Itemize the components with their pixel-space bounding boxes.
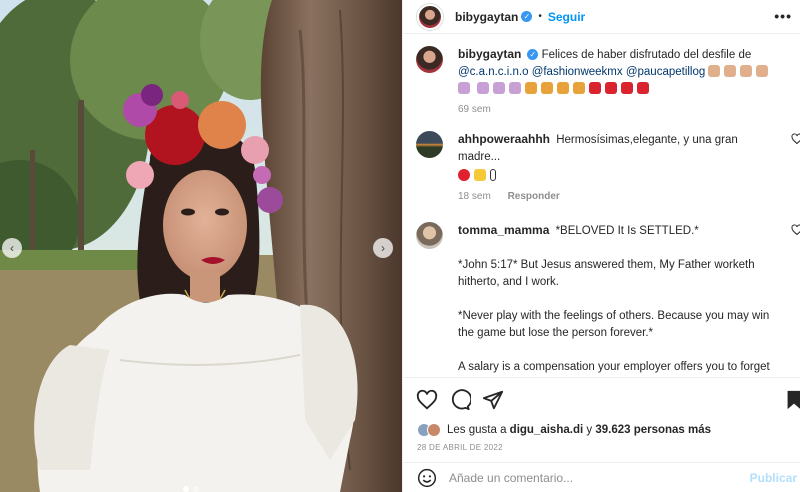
avatar	[427, 423, 441, 437]
post-photo[interactable]: ‹ ›	[0, 0, 402, 492]
separator-dot: •	[538, 11, 542, 22]
comment-meta: 18 sem Responder	[458, 191, 779, 202]
likes-conjunction: y	[586, 424, 593, 436]
mention-link[interactable]: @paucapetillog	[626, 66, 705, 78]
bookmark-icon[interactable]	[783, 389, 800, 411]
like-comment-icon[interactable]	[791, 133, 800, 145]
comment-body: *BELOVED It Is SETTLED.*	[555, 225, 699, 237]
emoji-row	[458, 168, 779, 185]
comment-input[interactable]: Añade un comentario...	[449, 471, 750, 485]
caption-username[interactable]: bibygaytan	[458, 47, 521, 61]
likes-summary: Les gusta a digu_aisha.di y 39.623 perso…	[417, 423, 711, 437]
comments-list[interactable]: bibygaytan ✓ Felices de haber disfrutado …	[403, 46, 800, 376]
carousel-indicator	[183, 486, 199, 492]
heart-icon[interactable]	[416, 389, 438, 411]
comment-time[interactable]: 18 sem	[458, 191, 491, 202]
action-bar	[403, 377, 800, 419]
avatar[interactable]	[416, 46, 443, 73]
caption-body: Felices de haber disfrutado del desfile …	[541, 49, 752, 61]
comment-text: tomma_mamma *BELOVED It Is SETTLED.* *Jo…	[458, 222, 779, 376]
emoji-icon[interactable]	[417, 468, 437, 488]
more-options-icon[interactable]: •••	[774, 8, 792, 24]
avatar[interactable]	[416, 131, 443, 158]
chevron-right-icon: ›	[381, 241, 385, 255]
reply-button[interactable]: Responder	[508, 191, 560, 202]
comment-item: tomma_mamma *BELOVED It Is SETTLED.* *Jo…	[403, 222, 800, 376]
next-image-button[interactable]: ›	[373, 238, 393, 258]
follow-button[interactable]: Seguir	[548, 10, 585, 24]
verified-badge-icon: ✓	[527, 49, 539, 61]
comment-paragraph: *Never play with the feelings of others.…	[458, 310, 770, 339]
verified-badge-icon: ✓	[521, 11, 533, 22]
avatar[interactable]	[416, 222, 443, 249]
comment-text: ahhpoweraahhh Hermosísimas,elegante, y u…	[458, 131, 779, 185]
like-comment-icon[interactable]	[791, 224, 800, 236]
likes-user-link[interactable]: digu_aisha.di	[510, 424, 584, 436]
mention-link[interactable]: @fashionweekmx	[532, 66, 623, 78]
likes-count-link[interactable]: 39.623 personas más	[595, 424, 711, 436]
likes-prefix: Les gusta a	[447, 424, 507, 436]
chevron-left-icon: ‹	[10, 241, 14, 255]
previous-image-button[interactable]: ‹	[2, 238, 22, 258]
add-comment-bar: Añade un comentario... Publicar	[403, 462, 800, 492]
comment-paragraph: *John 5:17* But Jesus answered them, My …	[458, 259, 755, 288]
caption-text: bibygaytan ✓ Felices de haber disfrutado …	[458, 46, 779, 98]
mention-link[interactable]: @c.a.n.c.i.n.o	[458, 66, 528, 78]
carousel-dot	[183, 486, 189, 492]
comment-username[interactable]: tomma_mamma	[458, 223, 549, 237]
comment-bubble-icon[interactable]	[449, 389, 471, 411]
caption-time[interactable]: 69 sem	[458, 104, 779, 115]
post-side-panel: bibygaytan ✓ • Seguir ••• bibygaytan ✓ Fe…	[402, 0, 800, 492]
comment-item: ahhpoweraahhh Hermosísimas,elegante, y u…	[403, 131, 800, 202]
carousel-dot	[193, 486, 199, 492]
comment-username[interactable]: ahhpoweraahhh	[458, 132, 550, 146]
paper-plane-icon[interactable]	[482, 389, 504, 411]
avatar[interactable]	[417, 3, 443, 30]
comment-paragraph: A salary is a compensation your employer…	[458, 361, 770, 373]
caption: bibygaytan ✓ Felices de haber disfrutado …	[403, 46, 800, 115]
author-username[interactable]: bibygaytan	[455, 10, 518, 24]
publish-button[interactable]: Publicar	[750, 471, 797, 485]
post-image	[0, 0, 402, 492]
post-date[interactable]: 28 DE ABRIL DE 2022	[417, 443, 503, 452]
post-header: bibygaytan ✓ • Seguir •••	[403, 0, 800, 34]
